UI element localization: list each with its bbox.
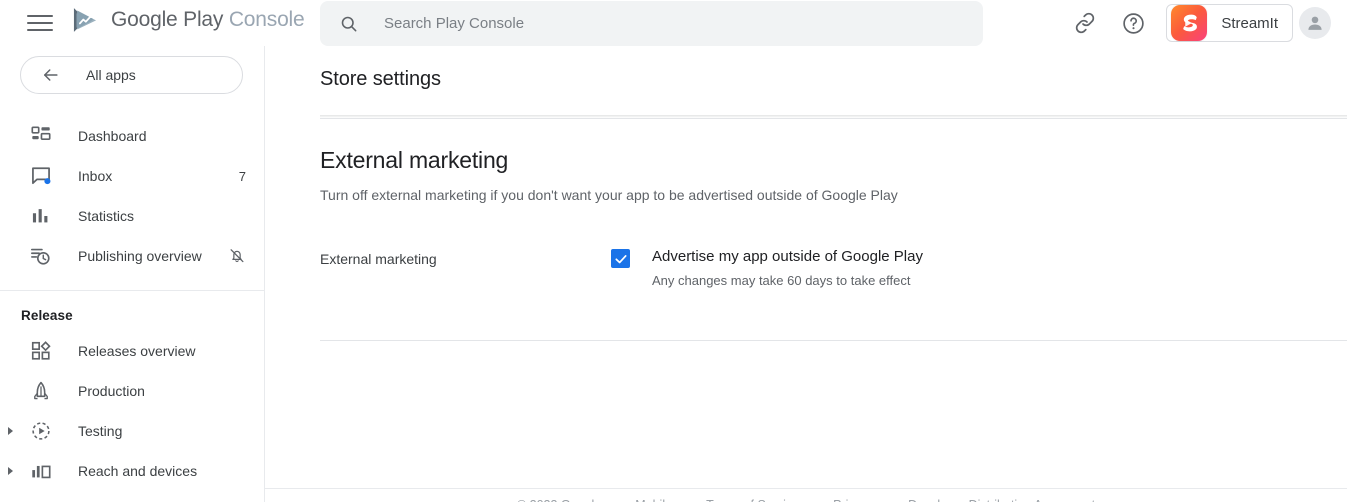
dashboard-grid-icon: [31, 126, 51, 141]
streamit-app-icon: [1171, 5, 1208, 41]
checkbox-label: Advertise my app outside of Google Play: [652, 248, 923, 265]
sidebar-item-production[interactable]: Production: [0, 371, 264, 411]
releases-overview-icon: [31, 341, 51, 360]
sidebar-item-label: Testing: [78, 423, 123, 439]
checkbox-texts: Advertise my app outside of Google Play …: [652, 248, 923, 289]
testing-play-icon: [32, 422, 50, 440]
notifications-off-icon: [230, 249, 244, 263]
search-icon: [341, 16, 357, 31]
expand-triangle-icon[interactable]: [8, 467, 13, 475]
footer-inner: © 2023 Google Mobile Terms of Service Pr…: [265, 489, 1347, 502]
all-apps-button[interactable]: All apps: [20, 56, 243, 94]
sidebar-item-releases-overview[interactable]: Releases overview: [0, 331, 264, 371]
search-input[interactable]: [382, 8, 942, 39]
footer-link-mobile[interactable]: Mobile: [635, 498, 672, 502]
sidebar-item-label: Publishing overview: [78, 248, 202, 264]
brand-primary: Google Play: [111, 8, 224, 31]
advertise-checkbox[interactable]: [611, 249, 630, 268]
external-marketing-field-row: External marketing Advertise my app outs…: [265, 204, 1347, 289]
arrow-back-icon: [44, 69, 58, 81]
top-app-bar: Google Play Console Search Play Console …: [0, 0, 1347, 46]
sidebar-item-statistics[interactable]: Statistics: [0, 196, 264, 236]
footer-link-distribution-agreement[interactable]: Developer Distribution Agreement: [908, 498, 1095, 502]
sidebar-item-label: Dashboard: [78, 128, 147, 144]
checkmark-icon: [614, 254, 627, 263]
current-app-chip[interactable]: StreamIt: [1166, 4, 1293, 42]
checkbox-sublabel: Any changes may take 60 days to take eff…: [652, 273, 911, 288]
publishing-clock-icon: [31, 248, 50, 265]
link-icon[interactable]: [1070, 8, 1100, 38]
sidebar-item-dashboard[interactable]: Dashboard: [0, 116, 264, 156]
expand-triangle-icon[interactable]: [8, 427, 13, 435]
rocket-icon: [34, 381, 48, 400]
help-circle-icon[interactable]: [1118, 8, 1148, 38]
search-bar[interactable]: [320, 1, 983, 46]
reach-devices-icon: [32, 465, 51, 479]
all-apps-label: All apps: [86, 67, 136, 83]
sidebar-item-label: Releases overview: [78, 343, 196, 359]
brand-text: Google Play Console: [111, 8, 305, 32]
sidebar-item-label: Production: [78, 383, 145, 399]
bar-chart-icon: [32, 209, 48, 223]
sidebar-item-inbox[interactable]: Inbox 7: [0, 156, 264, 196]
sidebar-item-publishing-overview[interactable]: Publishing overview: [0, 236, 264, 276]
footer-link-terms[interactable]: Terms of Service: [706, 498, 799, 502]
footer-link-privacy[interactable]: Privacy: [833, 498, 874, 502]
sidebar-item-reach-and-devices[interactable]: Reach and devices: [0, 451, 264, 491]
brand-logo-link[interactable]: Google Play Console: [68, 3, 305, 37]
play-console-window: Google Play Console Search Play Console …: [0, 0, 1347, 502]
brand-secondary: Console: [228, 8, 305, 31]
google-play-console-logo: [73, 8, 97, 32]
sidebar-item-testing[interactable]: Testing: [0, 411, 264, 451]
inbox-badge-count: 7: [238, 168, 246, 184]
section-description: Turn off external marketing if you don't…: [320, 187, 898, 203]
app-chip-label: StreamIt: [1221, 14, 1278, 32]
section-title: External marketing: [320, 147, 509, 173]
sidebar-section-release: Release: [21, 308, 73, 323]
footer-copyright: © 2023 Google: [517, 498, 601, 502]
account-avatar-icon[interactable]: [1299, 7, 1331, 39]
page-footer: © 2023 Google Mobile Terms of Service Pr…: [265, 488, 1347, 502]
inbox-icon: [32, 167, 51, 185]
main-content: Store settings External marketing Turn o…: [265, 46, 1347, 502]
top-bar-actions: StreamIt: [1070, 0, 1347, 46]
left-sidebar: All apps Dashboard Inbox 7 Statistics Pu…: [0, 46, 265, 502]
advertise-checkbox-group[interactable]: Advertise my app outside of Google Play …: [611, 248, 923, 289]
hamburger-menu-icon[interactable]: [26, 12, 54, 34]
section-divider-bottom: [320, 340, 1347, 341]
field-label: External marketing: [320, 251, 437, 267]
page-title: Store settings: [320, 68, 441, 90]
sidebar-item-label: Inbox: [78, 168, 113, 184]
sidebar-item-label: Statistics: [78, 208, 135, 224]
sidebar-item-label: Reach and devices: [78, 463, 198, 479]
